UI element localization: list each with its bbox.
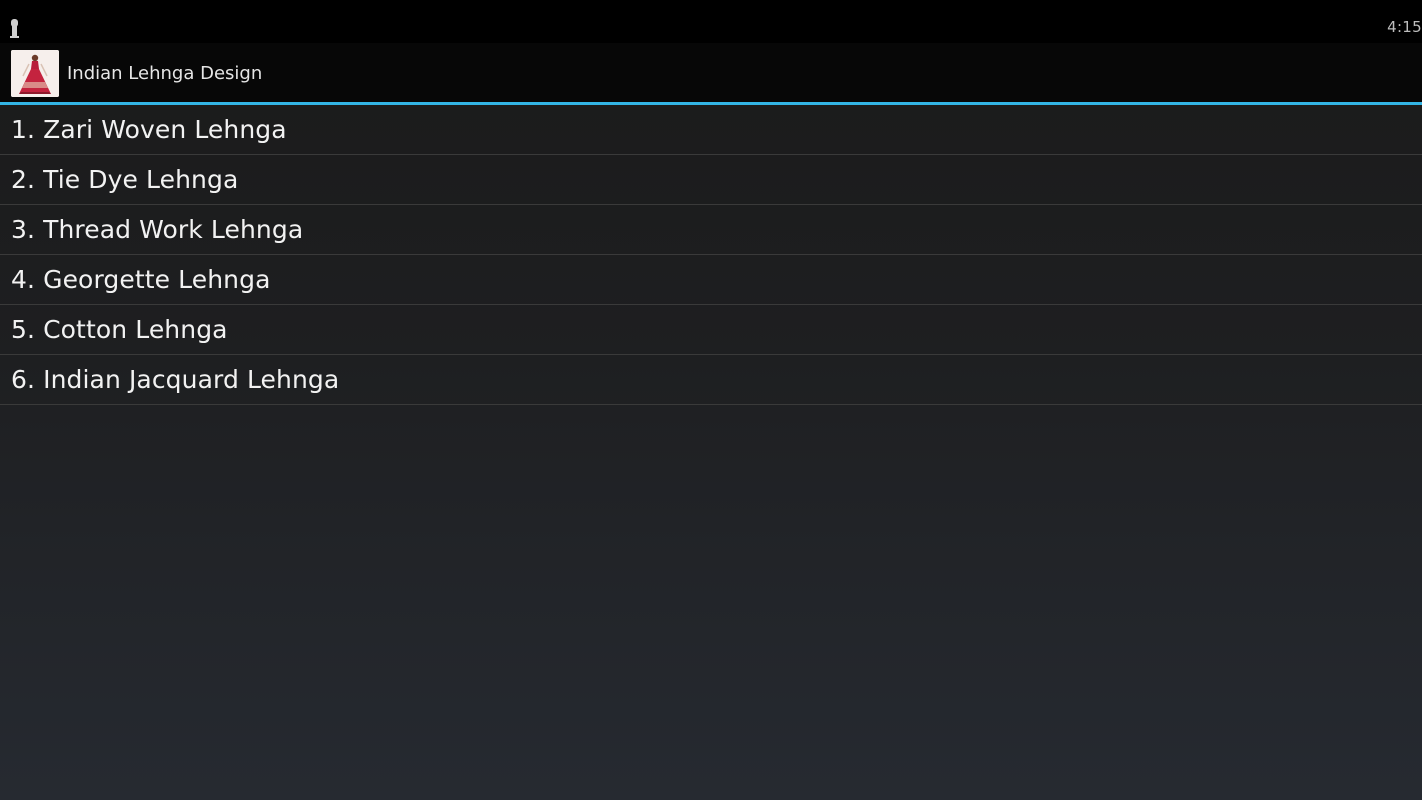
app-title: Indian Lehnga Design	[67, 63, 263, 84]
list-item-label: 2. Tie Dye Lehnga	[11, 165, 239, 194]
list-item[interactable]: 2. Tie Dye Lehnga	[0, 155, 1422, 205]
design-list: 1. Zari Woven Lehnga 2. Tie Dye Lehnga 3…	[0, 105, 1422, 405]
usb-icon	[10, 19, 19, 38]
list-item[interactable]: 4. Georgette Lehnga	[0, 255, 1422, 305]
status-clock: 4:15	[1387, 18, 1422, 36]
list-item[interactable]: 1. Zari Woven Lehnga	[0, 105, 1422, 155]
list-item-label: 6. Indian Jacquard Lehnga	[11, 365, 340, 394]
list-item-label: 5. Cotton Lehnga	[11, 315, 228, 344]
status-bar: 4:15	[0, 0, 1422, 43]
lehenga-thumbnail-icon[interactable]	[11, 50, 59, 97]
action-bar: Indian Lehnga Design	[0, 43, 1422, 102]
list-item-label: 3. Thread Work Lehnga	[11, 215, 304, 244]
list-item[interactable]: 6. Indian Jacquard Lehnga	[0, 355, 1422, 405]
list-item-label: 1. Zari Woven Lehnga	[11, 115, 287, 144]
list-item-label: 4. Georgette Lehnga	[11, 265, 271, 294]
list-item[interactable]: 3. Thread Work Lehnga	[0, 205, 1422, 255]
list-item[interactable]: 5. Cotton Lehnga	[0, 305, 1422, 355]
